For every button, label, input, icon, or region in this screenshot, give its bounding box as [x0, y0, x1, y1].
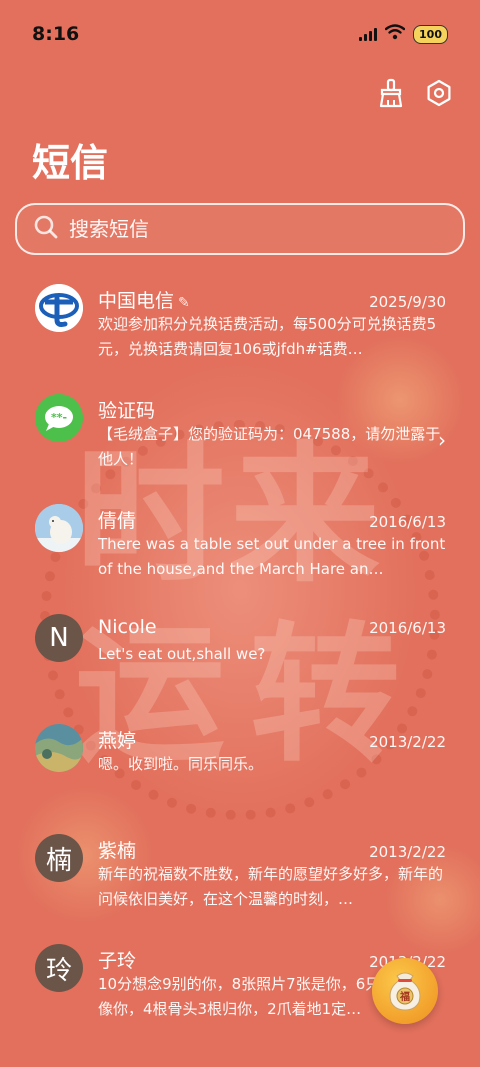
conversation-date: 2016/6/13	[369, 513, 446, 531]
conversation-name: 倩倩	[98, 510, 137, 532]
cellular-signal-icon	[359, 27, 378, 41]
clock: 8:16	[32, 23, 80, 45]
top-actions	[376, 78, 454, 108]
conversation-item-verification-code[interactable]: **- 验证码 【毛绒盒子】您的验证码为：047588，请勿泄露于他人！ ›	[0, 388, 480, 498]
battery-indicator: 100	[413, 24, 448, 44]
wifi-icon	[384, 24, 406, 44]
lucky-bag-button[interactable]: 福	[372, 958, 438, 1024]
conversation-name: 紫楠	[98, 840, 137, 862]
search-bar[interactable]	[15, 203, 465, 255]
conversation-preview: 【毛绒盒子】您的验证码为：047588，请勿泄露于他人！	[98, 425, 441, 468]
conversation-date: 2013/2/22	[369, 843, 446, 861]
conversation-name: 中国电信	[98, 290, 175, 312]
status-bar: 8:16 100	[0, 0, 480, 68]
conversation-item-qianqian[interactable]: 倩倩 2016/6/13 There was a table set out u…	[0, 498, 480, 608]
conversation-item-china-telecom[interactable]: 中国电信 ✎ 2025/9/30 欢迎参加积分兑换话费活动，每500分可兑换话费5…	[0, 278, 480, 388]
conversation-preview: Let's eat out,shall we?	[98, 645, 266, 663]
conversation-date: 2025/9/30	[369, 293, 446, 311]
conversation-name: 子玲	[98, 950, 137, 972]
china-telecom-logo-icon	[35, 284, 83, 332]
conversation-date: 2016/6/13	[369, 619, 446, 637]
conversation-preview: 欢迎参加积分兑换话费活动，每500分可兑换话费5元，兑换话费请回复106或jfd…	[98, 315, 437, 358]
status-icons: 100	[359, 24, 448, 44]
conversation-name: 验证码	[98, 400, 156, 422]
settings-icon[interactable]	[424, 78, 454, 108]
conversation-preview: There was a table set out under a tree i…	[98, 535, 446, 578]
broom-icon[interactable]	[376, 78, 406, 108]
avatar-letter: N	[35, 614, 83, 662]
conversation-preview: 新年的祝福数不胜数，新年的愿望好多好多，新年的问候依旧美好，在这个温馨的时刻，…	[98, 865, 444, 908]
avatar-letter: 楠	[35, 834, 83, 882]
svg-text:**-: **-	[51, 411, 67, 424]
message-bubble-icon: **-	[35, 394, 83, 442]
conversation-item-nicole[interactable]: N Nicole 2016/6/13 Let's eat out,shall w…	[0, 608, 480, 718]
search-input[interactable]	[69, 217, 429, 241]
chevron-right-icon[interactable]: ›	[438, 428, 446, 452]
draft-pencil-icon: ✎	[178, 295, 190, 311]
avatar-letter: 玲	[35, 944, 83, 992]
conversation-item-yanting[interactable]: 燕婷 2013/2/22 嗯。收到啦。同乐同乐。	[0, 718, 480, 828]
conversation-name: 燕婷	[98, 730, 137, 752]
landscape-avatar	[35, 724, 83, 772]
conversation-name: Nicole	[98, 616, 157, 638]
conversation-date: 2013/2/22	[369, 733, 446, 751]
conversation-preview: 嗯。收到啦。同乐同乐。	[98, 755, 264, 773]
lucky-bag-label: 福	[399, 990, 410, 1003]
page-title: 短信	[32, 141, 109, 185]
polar-bear-avatar	[35, 504, 83, 552]
lucky-bag-icon: 福	[383, 966, 427, 1016]
search-icon	[33, 214, 59, 244]
conversation-list: 中国电信 ✎ 2025/9/30 欢迎参加积分兑换话费活动，每500分可兑换话费5…	[0, 278, 480, 1048]
conversation-item-zinan[interactable]: 楠 紫楠 2013/2/22 新年的祝福数不胜数，新年的愿望好多好多，新年的问候…	[0, 828, 480, 938]
